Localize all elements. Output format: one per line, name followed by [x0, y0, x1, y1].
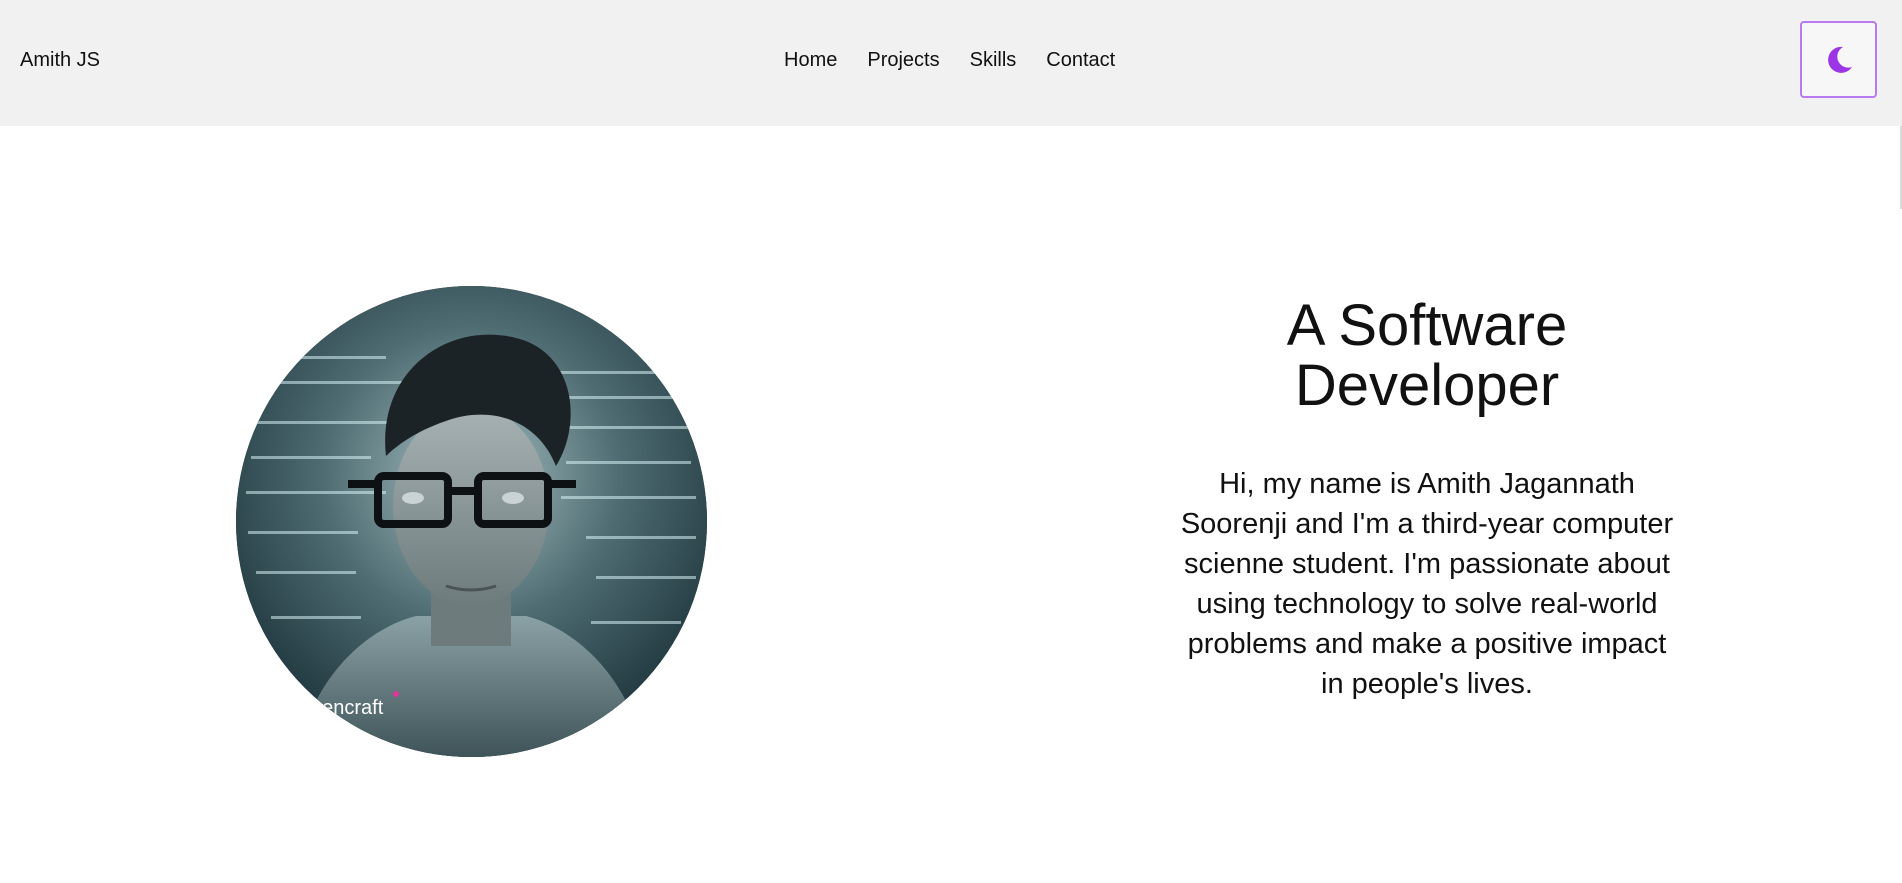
hero-title: A Software Developer	[1286, 293, 1568, 418]
image-watermark: gencraft	[311, 697, 384, 719]
hero-description: Hi, my name is Amith Jagannath Soorenji …	[1180, 468, 1674, 700]
nav-projects-link[interactable]: Projects	[867, 48, 939, 72]
moon-icon	[1827, 46, 1852, 73]
navbar: Amith JS Home Projects Skills Contact	[0, 0, 1902, 126]
nav-skills-link[interactable]: Skills	[970, 48, 1017, 72]
theme-toggle-button[interactable]	[1800, 21, 1877, 98]
site-brand[interactable]: Amith JS	[20, 48, 100, 72]
hero-text-block: A Software Developer Hi, my name is Amit…	[1180, 296, 1674, 704]
nav-home-link[interactable]: Home	[784, 48, 837, 72]
nav-links: Home Projects Skills Contact	[784, 48, 1115, 72]
profile-image: gencraft	[236, 286, 707, 757]
nav-contact-link[interactable]: Contact	[1046, 48, 1115, 72]
